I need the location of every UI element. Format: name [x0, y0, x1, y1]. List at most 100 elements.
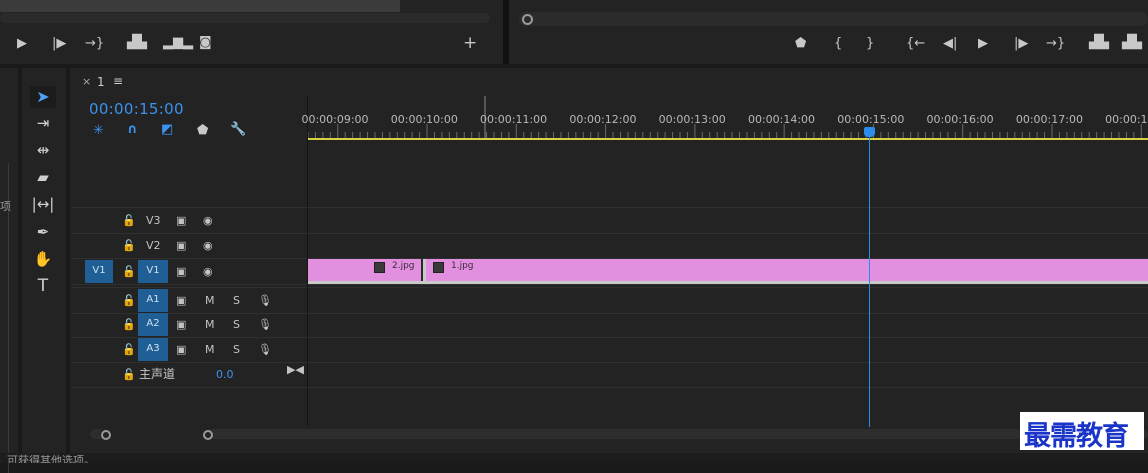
solo-button[interactable]: S [233, 288, 240, 313]
slip-icon[interactable]: |↔| [30, 193, 56, 215]
eye-icon[interactable]: ◉ [203, 259, 213, 284]
marker-icon[interactable]: ⬟ [795, 37, 806, 51]
go-to-in-icon[interactable]: {← [906, 37, 925, 51]
timeline-tab-name[interactable]: 1 [97, 75, 105, 89]
timecode-display[interactable]: 00:00:15:00 [89, 100, 184, 118]
sync-lock-icon[interactable]: ▣ [176, 208, 186, 233]
lock-icon[interactable]: 🔓 [122, 259, 136, 284]
ruler-label: 00:00:18:00 [1105, 113, 1148, 126]
lock-icon[interactable]: 🔓 [122, 312, 136, 337]
overwrite-icon[interactable]: ▟▙ [127, 36, 147, 50]
sync-lock-icon[interactable]: ▣ [176, 312, 186, 337]
sync-lock-icon[interactable]: ▣ [176, 288, 186, 313]
track-label-a2[interactable]: A2 [138, 313, 168, 336]
type-icon[interactable]: T [30, 275, 56, 297]
solo-button[interactable]: S [233, 337, 240, 362]
export-frame-icon[interactable]: ▂▆▂ [163, 36, 193, 50]
program-scrub-bar[interactable] [519, 12, 1148, 26]
hand-icon[interactable]: ✋ [30, 248, 56, 270]
lock-icon[interactable]: 🔓 [122, 233, 136, 258]
track-label-a3[interactable]: A3 [138, 338, 168, 361]
master-track-label: 主声道 [139, 367, 176, 381]
track-header-a1: 🔓 A1 ▣ M S 🎙 [72, 287, 307, 314]
work-area-bar[interactable] [308, 138, 1148, 140]
ruler-label: 00:00:15:00 [837, 113, 905, 126]
selection-tool-icon[interactable]: ➤ [30, 86, 56, 108]
mute-button[interactable]: M [205, 312, 215, 337]
master-volume-value[interactable]: 0.0 [216, 362, 234, 387]
lock-icon[interactable]: 🔓 [122, 208, 136, 233]
eye-icon[interactable]: ◉ [203, 208, 213, 233]
playhead-handle[interactable] [864, 127, 875, 137]
lift-icon[interactable]: ▟▙ [1089, 36, 1109, 50]
fx-badge-icon [433, 262, 444, 273]
play-icon[interactable]: ▶ [978, 37, 988, 51]
program-playhead-handle[interactable] [522, 14, 533, 25]
track-label-v1[interactable]: V1 [138, 260, 168, 283]
fx-badge-icon [374, 262, 385, 273]
track-header-a3: 🔓 A3 ▣ M S 🎙 [72, 337, 307, 363]
step-forward-icon[interactable]: |▶ [52, 37, 66, 51]
solo-button[interactable]: S [233, 312, 240, 337]
source-scrub-bar[interactable] [0, 13, 490, 23]
mark-in-icon[interactable]: { [834, 37, 842, 51]
lock-icon[interactable]: 🔓 [122, 362, 136, 387]
lane-v2[interactable] [308, 233, 1148, 259]
linked-selection-icon[interactable]: ◩ [161, 123, 173, 137]
nest-sequence-icon[interactable]: ✳ [93, 124, 104, 138]
zoom-scroll-thumb[interactable] [100, 429, 212, 439]
mute-button[interactable]: M [205, 337, 215, 362]
program-monitor: ⬟ { } {← ◀| ▶ |▶ →} ▟▙ ▟▙ [509, 0, 1148, 64]
left-project-panel: 项 [0, 68, 18, 473]
track-header-v3: 🔓 V3 ▣ ◉ [72, 207, 307, 234]
sync-lock-icon[interactable]: ▣ [176, 233, 186, 258]
go-to-out-icon[interactable]: →} [1046, 37, 1065, 51]
playhead-line[interactable] [869, 137, 870, 427]
lock-icon[interactable]: 🔓 [122, 288, 136, 313]
lane-a2[interactable] [308, 312, 1148, 338]
track-select-icon[interactable]: ⇥ [30, 112, 56, 134]
lane-a1[interactable] [308, 287, 1148, 314]
pen-icon[interactable]: ✒ [30, 221, 56, 243]
microphone-icon[interactable]: 🎙 [258, 312, 272, 337]
step-back-icon[interactable]: ◀| [943, 37, 957, 51]
camera-icon[interactable]: ◙ [199, 36, 212, 50]
zoom-handle-right[interactable] [203, 430, 213, 440]
insert-icon[interactable]: →} [85, 37, 104, 51]
lane-v3[interactable] [308, 207, 1148, 234]
razor-icon[interactable]: ▰ [30, 166, 56, 188]
snap-magnet-icon[interactable]: ∩ [127, 123, 138, 137]
clip-1-jpg[interactable]: 1.jpg [426, 259, 1148, 281]
track-header-v2: 🔓 V2 ▣ ◉ [72, 233, 307, 259]
watermark-text: 最需教育 [1024, 421, 1129, 452]
extract-icon[interactable]: ▟▙ [1122, 36, 1142, 50]
go-to-end-icon[interactable]: ▶◀ [287, 362, 304, 378]
add-button-icon[interactable]: + [463, 35, 477, 52]
clip-name: 2.jpg [392, 261, 415, 271]
ripple-edit-icon[interactable]: ⇹ [30, 139, 56, 161]
step-forward-icon[interactable]: |▶ [1014, 37, 1028, 51]
sync-lock-icon[interactable]: ▣ [176, 259, 186, 284]
track-label-v2[interactable]: V2 [146, 233, 161, 258]
add-marker-icon[interactable]: ⬟ [197, 124, 208, 138]
zoom-scrollbar[interactable] [90, 429, 1148, 440]
zoom-handle-left[interactable] [101, 430, 111, 440]
source-patch-v1[interactable]: V1 [85, 260, 113, 283]
track-label-a1[interactable]: A1 [138, 289, 168, 312]
lane-a3[interactable] [308, 337, 1148, 363]
microphone-icon[interactable]: 🎙 [258, 337, 272, 362]
lane-master[interactable] [308, 362, 1148, 388]
sync-lock-icon[interactable]: ▣ [176, 337, 186, 362]
settings-wrench-icon[interactable]: 🔧 [230, 123, 246, 137]
play-icon[interactable]: ▶ [17, 37, 27, 51]
lock-icon[interactable]: 🔓 [122, 337, 136, 362]
timeline-tab-menu[interactable]: ≡ [113, 74, 123, 88]
track-label-v3[interactable]: V3 [146, 208, 161, 233]
ruler-label: 00:00:16:00 [926, 113, 994, 126]
timeline-tab-close[interactable]: × [82, 75, 91, 88]
mute-button[interactable]: M [205, 288, 215, 313]
clip-2-jpg[interactable]: 2.jpg [308, 259, 423, 281]
eye-icon[interactable]: ◉ [203, 233, 213, 258]
microphone-icon[interactable]: 🎙 [258, 288, 272, 313]
mark-out-icon[interactable]: } [866, 37, 874, 51]
